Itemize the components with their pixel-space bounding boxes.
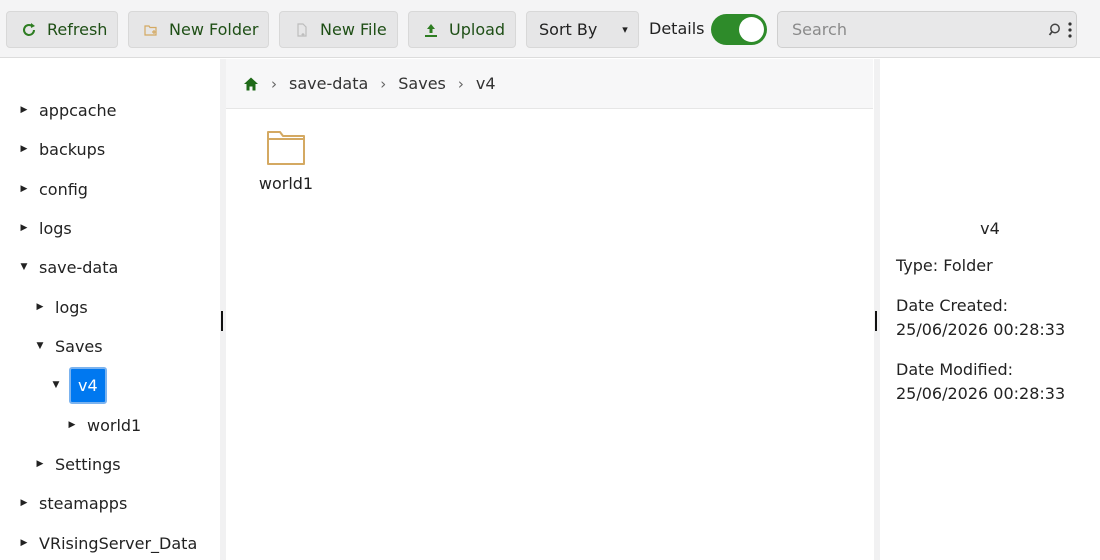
tree-item-label: VRisingServer_Data [39, 533, 198, 553]
expand-arrow-icon[interactable]: ▶ [16, 498, 32, 508]
tree-item-label: logs [39, 218, 72, 238]
new-folder-button[interactable]: New Folder [128, 11, 269, 48]
tree-item-config[interactable]: ▶ config [16, 174, 88, 204]
new-folder-icon [143, 22, 159, 38]
sort-by-dropdown[interactable]: Sort By ▾ [526, 11, 639, 48]
tree-item-label: v4 [69, 366, 107, 404]
tree-item-world1[interactable]: ▶ world1 [64, 410, 142, 440]
tree-item-save-data[interactable]: ▼ save-data [16, 252, 119, 282]
tree-item-v4[interactable]: ▼ v4 [48, 366, 107, 404]
splitter-grip[interactable] [875, 311, 877, 331]
tree-item-label: logs [55, 297, 88, 317]
breadcrumb: › save-data › Saves › v4 [226, 59, 873, 109]
breadcrumb-separator: › [457, 74, 464, 93]
chevron-down-icon[interactable]: ▾ [612, 12, 638, 47]
tree-item-steamapps[interactable]: ▶ steamapps [16, 488, 128, 518]
expand-arrow-icon[interactable]: ▶ [16, 105, 32, 115]
tree-item-label: Saves [55, 336, 103, 356]
details-label: Details [649, 19, 705, 38]
collapse-arrow-icon[interactable]: ▼ [48, 380, 64, 390]
breadcrumb-item-v4[interactable]: v4 [476, 74, 496, 93]
sort-by-label: Sort By [539, 20, 598, 39]
tree-item-label: appcache [39, 100, 117, 120]
splitter-grip[interactable] [221, 311, 223, 331]
expand-arrow-icon[interactable]: ▶ [64, 420, 80, 430]
expand-arrow-icon[interactable]: ▶ [16, 538, 32, 548]
new-file-button[interactable]: New File [279, 11, 398, 48]
expand-arrow-icon[interactable]: ▶ [16, 184, 32, 194]
breadcrumb-item-saves[interactable]: Saves [398, 74, 446, 93]
details-type: Type: Folder [896, 256, 993, 275]
more-options-icon[interactable] [1066, 21, 1074, 39]
breadcrumb-separator: › [380, 74, 387, 93]
upload-button[interactable]: Upload [408, 11, 516, 48]
folder-icon [266, 130, 306, 166]
tree-item-vrisingserver-data[interactable]: ▶ VRisingServer_Data [16, 528, 198, 558]
new-file-icon [294, 22, 310, 38]
tree-item-settings[interactable]: ▶ Settings [32, 449, 121, 479]
folder-tree: ▶ appcache ▶ backups ▶ config ▶ logs ▼ s… [0, 59, 220, 560]
home-icon[interactable] [243, 76, 259, 92]
new-folder-label: New Folder [169, 20, 259, 39]
tree-item-label: save-data [39, 257, 119, 277]
tree-item-label: backups [39, 139, 106, 159]
expand-arrow-icon[interactable]: ▶ [32, 302, 48, 312]
breadcrumb-separator: › [271, 74, 277, 93]
toggle-knob [739, 17, 764, 42]
collapse-arrow-icon[interactable]: ▼ [32, 341, 48, 351]
search-box [777, 11, 1077, 48]
details-modified-value: 25/06/2026 00:28:33 [896, 384, 1066, 403]
expand-arrow-icon[interactable]: ▶ [16, 144, 32, 154]
tree-item-backups[interactable]: ▶ backups [16, 134, 106, 164]
search-input[interactable] [778, 12, 1038, 47]
upload-icon [423, 22, 439, 38]
refresh-label: Refresh [47, 20, 108, 39]
details-created-label: Date Created: [896, 296, 1009, 315]
expand-arrow-icon[interactable]: ▶ [32, 459, 48, 469]
collapse-arrow-icon[interactable]: ▼ [16, 262, 32, 272]
details-title: v4 [980, 219, 1000, 238]
refresh-button[interactable]: Refresh [6, 11, 118, 48]
details-modified-label: Date Modified: [896, 360, 1013, 379]
details-created-value: 25/06/2026 00:28:33 [896, 320, 1066, 339]
file-item-world1[interactable]: world1 [250, 130, 322, 193]
tree-item-label: config [39, 179, 88, 199]
details-toggle[interactable] [711, 14, 767, 45]
refresh-icon [21, 22, 37, 38]
file-list: world1 [226, 110, 873, 560]
search-icon[interactable] [1048, 22, 1064, 38]
tree-item-appcache[interactable]: ▶ appcache [16, 95, 117, 125]
tree-item-logs[interactable]: ▶ logs [16, 213, 72, 243]
tree-item-label: world1 [87, 415, 142, 435]
tree-item-save-data-logs[interactable]: ▶ logs [32, 292, 88, 322]
tree-item-label: Settings [55, 454, 121, 474]
tree-item-saves[interactable]: ▼ Saves [32, 331, 103, 361]
details-panel: v4 Type: Folder Date Created: 25/06/2026… [880, 59, 1100, 560]
file-name: world1 [258, 174, 314, 193]
upload-label: Upload [449, 20, 506, 39]
tree-item-label: steamapps [39, 493, 128, 513]
toolbar: Refresh New Folder New File Upload Sort … [0, 0, 1100, 58]
expand-arrow-icon[interactable]: ▶ [16, 223, 32, 233]
breadcrumb-item-save-data[interactable]: save-data [289, 74, 368, 93]
new-file-label: New File [320, 20, 387, 39]
